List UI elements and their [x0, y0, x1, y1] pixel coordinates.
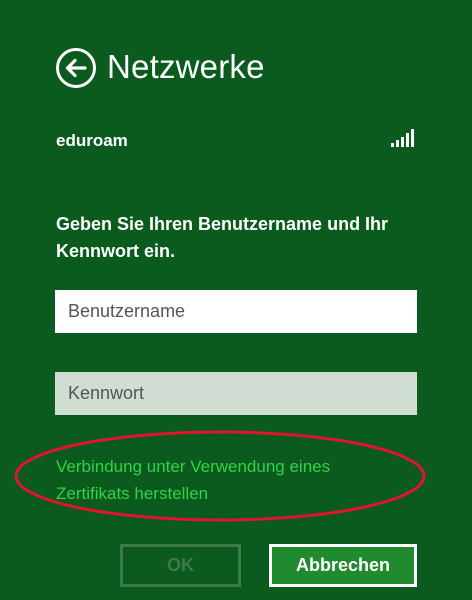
- username-input[interactable]: [55, 290, 417, 333]
- certificate-connection-link[interactable]: Verbindung unter Verwendung eines Zertif…: [56, 453, 401, 507]
- credentials-prompt: Geben Sie Ihren Benutzername und Ihr Ken…: [56, 214, 389, 261]
- back-arrow-circle-icon: [56, 48, 96, 88]
- password-input[interactable]: [55, 372, 417, 415]
- signal-bar: [406, 133, 409, 147]
- cancel-button[interactable]: Abbrechen: [269, 544, 417, 587]
- signal-bar: [401, 137, 404, 147]
- signal-strength-icon: [391, 129, 414, 147]
- back-button[interactable]: [55, 47, 97, 89]
- signal-bar: [391, 143, 394, 147]
- page-title: Netzwerke: [107, 48, 265, 85]
- network-name: eduroam: [56, 131, 128, 150]
- ok-button[interactable]: OK: [120, 544, 241, 587]
- signal-bar: [396, 140, 399, 147]
- signal-bar: [411, 129, 414, 147]
